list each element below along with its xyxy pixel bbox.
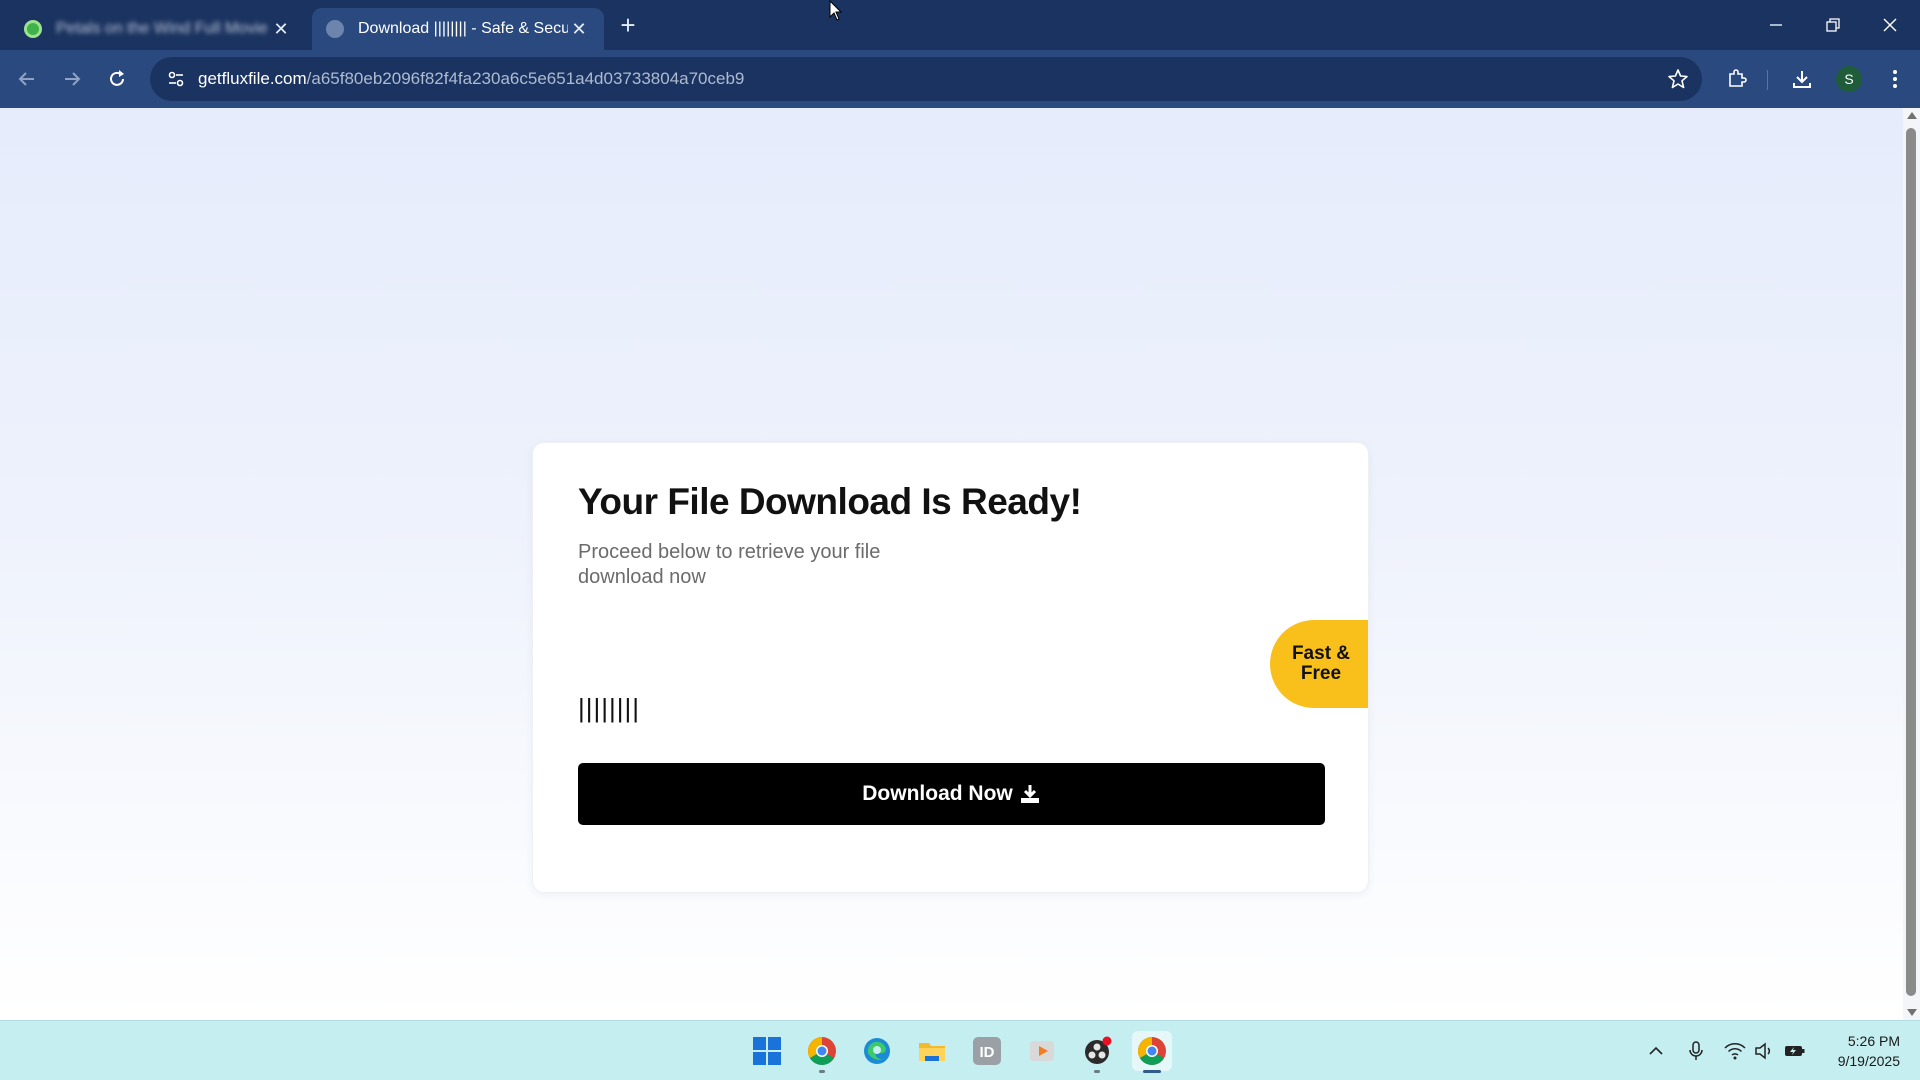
bookmark-star-icon[interactable] <box>1666 67 1690 91</box>
running-indicator <box>819 1070 825 1073</box>
close-window-button[interactable] <box>1870 8 1910 42</box>
puzzle-icon <box>1729 69 1747 87</box>
system-clock[interactable]: 5:26 PM 9/19/2025 <box>1812 1031 1900 1071</box>
taskbar-obs[interactable] <box>1077 1031 1117 1073</box>
windows-taskbar: ID 5:26 PM 9/19/2025 <box>0 1020 1920 1080</box>
reload-button[interactable] <box>100 62 134 96</box>
microphone-icon <box>1689 1041 1703 1060</box>
tray-volume[interactable] <box>1752 1039 1776 1063</box>
file-name: |||||||| <box>578 693 641 723</box>
wifi-icon <box>1724 1043 1746 1060</box>
battery-charging-icon <box>1785 1046 1805 1056</box>
forward-button[interactable] <box>55 62 89 96</box>
svg-text:ID: ID <box>980 1044 995 1061</box>
start-button[interactable] <box>747 1031 787 1071</box>
running-indicator <box>1094 1070 1100 1073</box>
new-tab-button[interactable]: + <box>614 12 642 40</box>
tab-strip: Petals on the Wind Full Movie ✕ Download… <box>0 0 1920 50</box>
url-host: getfluxfile.com <box>198 69 307 88</box>
speaker-icon <box>1755 1042 1771 1060</box>
download-icon <box>1793 71 1811 88</box>
tray-battery[interactable] <box>1783 1039 1807 1063</box>
extensions-button[interactable] <box>1722 64 1752 94</box>
close-tab-icon[interactable]: ✕ <box>270 18 292 40</box>
site-info-icon[interactable] <box>154 57 198 101</box>
badge-text: Fast & Free <box>1291 643 1351 684</box>
minimize-icon <box>1770 24 1782 26</box>
edge-icon <box>864 1038 890 1064</box>
chrome-icon <box>1138 1037 1166 1065</box>
taskbar-chrome[interactable] <box>802 1031 842 1073</box>
tray-microphone[interactable] <box>1684 1039 1708 1063</box>
reload-icon <box>110 70 124 86</box>
page-subtitle: Proceed below to retrieve your file down… <box>578 541 881 588</box>
close-tab-icon[interactable]: ✕ <box>568 18 590 40</box>
tab-petals-movie[interactable]: Petals on the Wind Full Movie ✕ <box>10 8 306 50</box>
show-hidden-icons-button[interactable] <box>1644 1039 1668 1063</box>
download-card: Your File Download Is Ready! Proceed bel… <box>532 442 1369 893</box>
chevron-up-icon <box>1649 1046 1663 1055</box>
page-viewport: Your File Download Is Ready! Proceed bel… <box>0 108 1903 1020</box>
indesign-icon: ID <box>973 1037 1001 1065</box>
clock-time: 5:26 PM <box>1847 1033 1900 1049</box>
globe-favicon-icon <box>326 20 344 38</box>
folder-icon <box>919 1043 945 1061</box>
address-bar[interactable]: getfluxfile.com/a65f80eb2096f82f4fa230a6… <box>150 57 1702 101</box>
forward-arrow-icon <box>65 72 81 86</box>
download-button-label: Download Now <box>862 782 1013 805</box>
url-text: getfluxfile.com/a65f80eb2096f82f4fa230a6… <box>198 69 744 89</box>
obs-icon <box>1085 1036 1112 1064</box>
clock-date: 9/19/2025 <box>1837 1053 1900 1069</box>
toolbar-separator <box>1767 70 1768 90</box>
taskbar-chrome-active[interactable] <box>1132 1031 1172 1073</box>
url-path: /a65f80eb2096f82f4fa230a6c5e651a4d037338… <box>306 69 745 88</box>
browser-toolbar: getfluxfile.com/a65f80eb2096f82f4fa230a6… <box>0 50 1920 108</box>
tray-network[interactable] <box>1723 1039 1747 1063</box>
menu-button[interactable] <box>1880 64 1910 94</box>
scroll-down-arrow-icon[interactable] <box>1907 1009 1917 1016</box>
mouse-cursor-icon <box>829 0 843 21</box>
page-title: Your File Download Is Ready! <box>578 481 1082 522</box>
chrome-icon <box>808 1037 836 1065</box>
media-player-icon <box>1030 1041 1054 1061</box>
taskbar-media-player[interactable] <box>1022 1031 1062 1071</box>
active-indicator <box>1143 1070 1161 1073</box>
scroll-thumb[interactable] <box>1906 128 1916 996</box>
tab-title: Petals on the Wind Full Movie <box>56 20 268 37</box>
taskbar-edge[interactable] <box>857 1031 897 1071</box>
vertical-scrollbar[interactable] <box>1903 108 1920 1020</box>
back-button[interactable] <box>10 62 44 96</box>
scroll-up-arrow-icon[interactable] <box>1907 112 1917 119</box>
site-favicon-icon <box>24 20 42 38</box>
download-icon <box>1020 785 1039 803</box>
taskbar-indesign[interactable]: ID <box>967 1031 1007 1071</box>
download-now-button[interactable]: Download Now <box>578 763 1325 825</box>
downloads-button[interactable] <box>1787 64 1817 94</box>
restore-icon <box>1826 18 1840 32</box>
tab-title: Download |||||||| - Safe & Secure <box>358 20 568 37</box>
fast-free-badge: Fast & Free <box>1270 620 1368 708</box>
windows-logo-icon <box>753 1037 781 1065</box>
profile-avatar[interactable]: S <box>1836 66 1862 92</box>
tab-download[interactable]: Download |||||||| - Safe & Secure ✕ <box>312 8 604 50</box>
back-arrow-icon <box>18 72 34 86</box>
restore-button[interactable] <box>1813 8 1853 42</box>
taskbar-file-explorer[interactable] <box>912 1031 952 1071</box>
close-icon <box>1883 18 1897 32</box>
kebab-menu-icon <box>1893 70 1897 88</box>
minimize-button[interactable] <box>1756 8 1796 42</box>
